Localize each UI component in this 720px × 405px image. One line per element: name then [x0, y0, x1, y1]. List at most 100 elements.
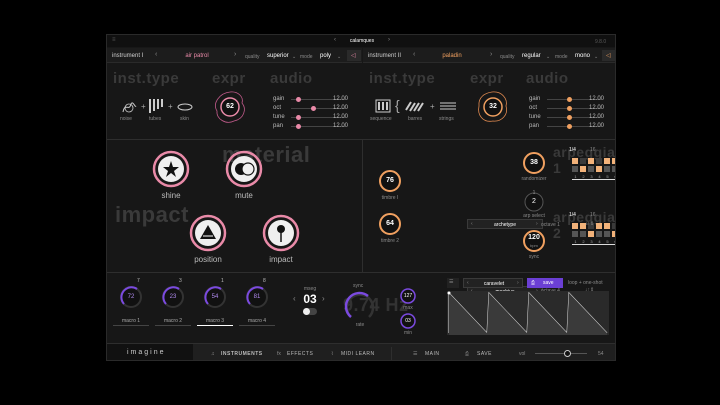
arp1-sort-icon[interactable]: ↓↑⇕ [585, 221, 594, 227]
arp-step[interactable] [604, 223, 610, 229]
mseg-display[interactable] [447, 291, 609, 335]
arp-step-alt[interactable] [612, 231, 615, 237]
audio-slider-thumb[interactable] [311, 106, 316, 111]
arp-playhead-line [572, 244, 615, 245]
instrument2-collapse-button[interactable]: ◁ [602, 50, 615, 61]
audio-slider-thumb[interactable] [296, 124, 301, 129]
arp1-next-arrow[interactable]: › [536, 221, 538, 227]
save-button[interactable]: SAVE [477, 351, 492, 357]
instrument2-preset[interactable]: paladin [427, 53, 477, 59]
macro-top: 1 [221, 278, 224, 284]
type-noise-label: noise [120, 116, 132, 122]
arp-step-alt[interactable] [604, 231, 610, 237]
rate-sync-select[interactable]: sync [353, 283, 363, 289]
vol-slider-thumb[interactable] [564, 350, 571, 357]
arp-step-alt[interactable] [580, 166, 586, 172]
instrument1-next-preset[interactable]: › [234, 51, 236, 58]
lfo-loop-select[interactable]: loop + one-shot [568, 280, 603, 286]
arp-step[interactable] [572, 223, 578, 229]
instrument1-panel: inst.type expr audio noise + tubes + ski… [107, 64, 362, 139]
tab-midi-learn[interactable]: MIDI LEARN [341, 351, 375, 357]
chevron-down-icon[interactable]: ⌄ [337, 54, 341, 60]
sequence-icon[interactable] [375, 99, 391, 113]
audio-slider-thumb[interactable] [296, 97, 301, 102]
noise-icon[interactable] [121, 100, 137, 114]
arp-step[interactable] [596, 223, 602, 229]
instrument1-collapse-button[interactable]: ◁ [347, 50, 361, 61]
timbre1-value: 76 [386, 177, 394, 184]
title-prev-arrow[interactable]: ‹ [334, 37, 336, 43]
menu-icon[interactable]: ≡ [112, 37, 116, 43]
vol-slider[interactable] [535, 350, 587, 357]
arp-step-alt[interactable] [596, 166, 602, 172]
arp1-pattern-select[interactable]: ‹ archetype › [467, 219, 543, 229]
mseg-next-arrow[interactable]: › [322, 294, 325, 303]
impact-knob[interactable] [262, 214, 300, 257]
arp-step[interactable] [572, 158, 578, 164]
instrument2-next-preset[interactable]: › [490, 51, 492, 58]
arp-step-alt[interactable] [580, 231, 586, 237]
audio-slider-thumb[interactable] [296, 115, 301, 120]
arp1-rate[interactable]: 1/4 [569, 147, 576, 153]
instrument1-preset[interactable]: air patrol [172, 53, 222, 59]
instrument2-prev-preset[interactable]: ‹ [413, 51, 415, 58]
lfo-prev-arrow[interactable]: ‹ [467, 280, 469, 286]
chevron-down-icon[interactable]: ⌄ [546, 54, 550, 60]
lfo-menu-button[interactable]: ☰ [447, 278, 459, 288]
audio-slider-thumb[interactable] [567, 124, 572, 129]
audio-slider-thumb[interactable] [567, 106, 572, 111]
mute-knob[interactable] [225, 150, 263, 193]
rate-knob[interactable] [344, 291, 375, 326]
lfo-save-button[interactable]: ⎙ save [527, 278, 563, 288]
modulation-panel: 7 72 macro 1 3 23 macro 2 1 54 macro 3 8 81 macro 4… [107, 273, 615, 342]
tab-instruments[interactable]: INSTRUMENTS [221, 351, 263, 357]
lfo-next-arrow[interactable]: › [517, 280, 519, 286]
shine-knob[interactable] [152, 150, 190, 193]
strings-icon[interactable] [439, 101, 457, 111]
arp-step-alt[interactable] [596, 231, 602, 237]
skin-icon[interactable] [177, 103, 193, 111]
arp-step[interactable] [596, 158, 602, 164]
lfo-save-label: save [543, 280, 554, 286]
title-next-arrow[interactable]: › [388, 37, 390, 43]
mseg-toggle[interactable] [303, 308, 317, 315]
audio-slider-thumb[interactable] [567, 97, 572, 102]
app-title: calamques [349, 38, 375, 44]
barres-icon[interactable] [405, 100, 425, 112]
instrument1-mode-select[interactable]: poly [320, 53, 331, 59]
arp1-steps[interactable]: 16 [590, 147, 596, 153]
main-button[interactable]: MAIN [425, 351, 440, 357]
version-label: 9.8.0 [595, 39, 607, 45]
tubes-icon[interactable] [148, 98, 164, 114]
timbre2-value: 64 [386, 220, 394, 227]
arp1-octave[interactable]: octave 1 [541, 222, 560, 228]
arp-step[interactable] [604, 158, 610, 164]
arp-step-alt[interactable] [588, 231, 594, 237]
instrument1-quality-select[interactable]: superior [267, 53, 289, 59]
instrument2-quality-select[interactable]: regular [522, 53, 541, 59]
arp-step-alt[interactable] [588, 166, 594, 172]
arp1-prev-arrow[interactable]: ‹ [471, 221, 473, 227]
instrument2-mode-select[interactable]: mono [575, 53, 590, 59]
instrument1-quality-label: quality [245, 54, 260, 60]
instrument1-prev-preset[interactable]: ‹ [155, 51, 157, 58]
instruments-icon: ♫ [211, 351, 215, 357]
arp-step-alt[interactable] [612, 166, 615, 172]
arp2-rate[interactable]: 1/4 [569, 212, 576, 218]
arp-step-alt[interactable] [604, 166, 610, 172]
lfo-preset-select[interactable]: ‹ caravelet › [463, 278, 523, 288]
arp-step[interactable] [588, 158, 594, 164]
audio-slider-thumb[interactable] [567, 115, 572, 120]
mseg-prev-arrow[interactable]: ‹ [293, 294, 296, 303]
arp2-steps[interactable]: 16 [590, 212, 596, 218]
arp-step[interactable] [612, 158, 615, 164]
chevron-down-icon[interactable]: ⌄ [594, 54, 598, 60]
arp-step[interactable] [580, 158, 586, 164]
arp-step[interactable] [612, 223, 615, 229]
tab-effects[interactable]: EFFECTS [287, 351, 313, 357]
chevron-down-icon[interactable]: ⌄ [292, 54, 296, 60]
mseg-value[interactable]: 03 [301, 292, 319, 306]
arp-step-alt[interactable] [572, 166, 578, 172]
position-knob[interactable] [189, 214, 227, 257]
arp-step-alt[interactable] [572, 231, 578, 237]
